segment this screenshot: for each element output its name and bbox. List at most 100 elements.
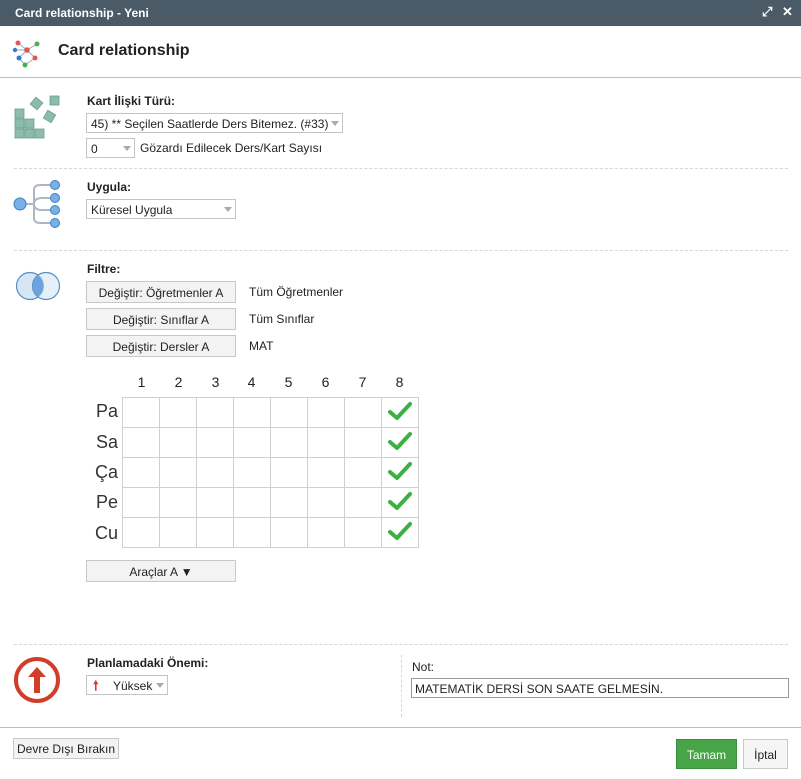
apply-label: Uygula: — [87, 180, 132, 194]
grid-cell[interactable] — [381, 427, 419, 458]
ignore-count-value: 0 — [91, 142, 98, 156]
check-icon — [388, 462, 412, 480]
grid-cell[interactable] — [159, 397, 197, 428]
column-divider — [401, 655, 402, 717]
grid-column-header: 6 — [321, 374, 330, 390]
grid-column-header: 8 — [395, 374, 404, 390]
grid-cell[interactable] — [233, 487, 271, 518]
grid-cell[interactable] — [159, 457, 197, 488]
grid-column-header: 7 — [358, 374, 367, 390]
check-icon — [388, 432, 412, 450]
network-icon — [12, 40, 40, 68]
window-titlebar: Card relationship - Yeni ⤢ ✕ — [0, 0, 801, 26]
section-divider — [14, 168, 788, 169]
grid-row — [122, 427, 419, 458]
apply-select[interactable]: Küresel Uygula — [86, 199, 236, 219]
change-subjects-button[interactable]: Değiştir: Dersler A — [86, 335, 236, 357]
grid-cell[interactable] — [196, 517, 234, 548]
grid-row-header: Cu — [94, 523, 118, 543]
grid-row — [122, 397, 419, 428]
close-icon[interactable]: ✕ — [782, 4, 793, 20]
teachers-value: Tüm Öğretmenler — [249, 285, 344, 299]
page-title: Card relationship — [58, 42, 190, 59]
grid-cell[interactable] — [270, 397, 308, 428]
grid-cell[interactable] — [122, 517, 160, 548]
priority-label: Planlamadaki Önemi: — [87, 656, 209, 670]
grid-row-header: Ça — [94, 462, 118, 482]
grid-cell[interactable] — [196, 397, 234, 428]
grid-cell[interactable] — [344, 427, 382, 458]
grid-cell[interactable] — [307, 397, 345, 428]
relation-type-select[interactable]: 45) ** Seçilen Saatlerde Ders Bitemez. (… — [86, 113, 343, 133]
grid-cell[interactable] — [307, 517, 345, 548]
ignore-count-select[interactable]: 0 — [86, 138, 135, 158]
grid-cell[interactable] — [344, 517, 382, 548]
grid-cell[interactable] — [196, 427, 234, 458]
grid-row-header: Sa — [95, 432, 118, 452]
grid-cell[interactable] — [307, 487, 345, 518]
grid-cell[interactable] — [196, 457, 234, 488]
grid-cell[interactable] — [270, 457, 308, 488]
grid-column-header: 5 — [284, 374, 293, 390]
grid-cell[interactable] — [122, 487, 160, 518]
grid-cell[interactable] — [233, 517, 271, 548]
chevron-down-icon — [331, 121, 339, 126]
blocks-icon — [14, 95, 60, 139]
note-label: Not: — [412, 660, 435, 674]
priority-select[interactable]: 🠕 Yüksek — [86, 675, 168, 695]
expand-icon[interactable]: ⤢ — [762, 4, 772, 20]
grid-cell[interactable] — [196, 487, 234, 518]
grid-column-header: 3 — [211, 374, 220, 390]
grid-cell[interactable] — [344, 457, 382, 488]
branch-icon — [13, 180, 60, 228]
tools-button[interactable]: Araçlar A ▼ — [86, 560, 236, 582]
check-icon — [388, 492, 412, 510]
cancel-button[interactable]: İptal — [743, 739, 788, 769]
grid-cell[interactable] — [270, 427, 308, 458]
note-input[interactable]: MATEMATİK DERSİ SON SAATE GELMESİN. — [411, 678, 789, 698]
grid-cell[interactable] — [381, 457, 419, 488]
change-classes-button[interactable]: Değiştir: Sınıflar A — [86, 308, 236, 330]
relation-type-label: Kart İlişki Türü: — [87, 94, 176, 108]
window-title: Card relationship - Yeni — [15, 6, 149, 20]
grid-cell[interactable] — [122, 457, 160, 488]
grid-cell[interactable] — [307, 457, 345, 488]
relation-type-value: 45) ** Seçilen Saatlerde Ders Bitemez. (… — [91, 117, 329, 131]
grid-cell[interactable] — [159, 427, 197, 458]
grid-cell[interactable] — [344, 487, 382, 518]
chevron-down-icon — [224, 207, 232, 212]
arrow-up-circle-icon — [14, 657, 60, 703]
section-divider — [14, 250, 788, 251]
grid-cell[interactable] — [307, 427, 345, 458]
grid-cell[interactable] — [381, 397, 419, 428]
grid-cell[interactable] — [270, 487, 308, 518]
check-icon — [388, 522, 412, 540]
filter-label: Filtre: — [87, 262, 121, 276]
grid-row-header: Pe — [95, 492, 118, 512]
grid-cell[interactable] — [344, 397, 382, 428]
grid-cell[interactable] — [381, 487, 419, 518]
chevron-down-icon — [123, 146, 131, 151]
grid-cell[interactable] — [122, 397, 160, 428]
grid-cell[interactable] — [233, 457, 271, 488]
grid-cell[interactable] — [159, 517, 197, 548]
grid-row-header: Pa — [95, 401, 118, 421]
grid-row — [122, 457, 419, 488]
time-grid — [122, 397, 419, 548]
grid-cell[interactable] — [270, 517, 308, 548]
grid-row — [122, 487, 419, 518]
grid-cell[interactable] — [122, 427, 160, 458]
grid-cell[interactable] — [381, 517, 419, 548]
grid-cell[interactable] — [233, 427, 271, 458]
change-teachers-button[interactable]: Değiştir: Öğretmenler A — [86, 281, 236, 303]
subjects-value: MAT — [249, 339, 274, 353]
grid-cell[interactable] — [159, 487, 197, 518]
grid-column-header: 1 — [137, 374, 146, 390]
chevron-down-icon — [156, 683, 164, 688]
dialog-footer — [0, 727, 801, 728]
ok-button[interactable]: Tamam — [676, 739, 737, 769]
disable-button[interactable]: Devre Dışı Bırakın — [13, 738, 119, 759]
grid-column-header: 4 — [247, 374, 256, 390]
section-divider — [14, 644, 788, 645]
grid-cell[interactable] — [233, 397, 271, 428]
